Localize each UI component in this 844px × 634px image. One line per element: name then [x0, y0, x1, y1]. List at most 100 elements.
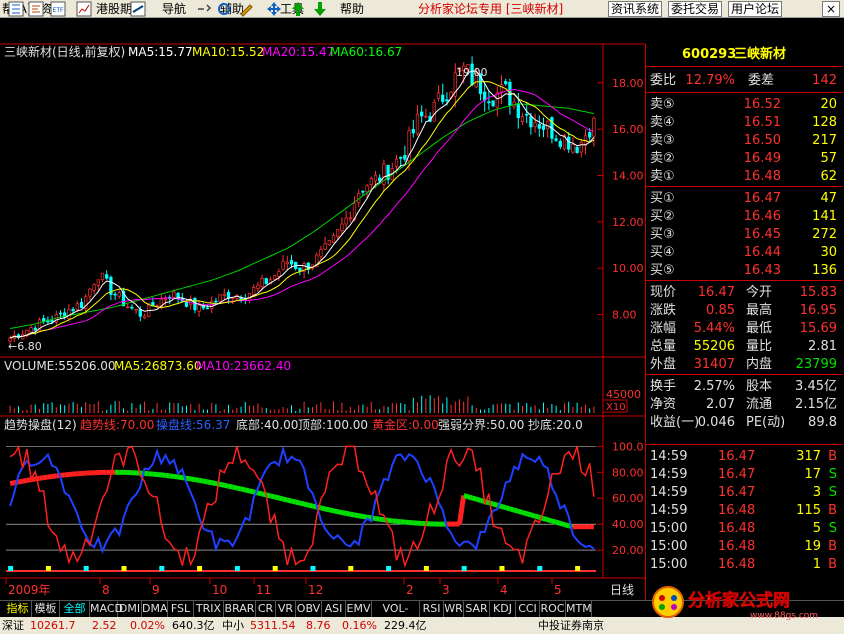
- candle-body: [172, 291, 176, 298]
- tab-模板[interactable]: 模板: [32, 601, 60, 617]
- indicator-bottom: 底部:40.00: [236, 417, 298, 432]
- candle-body: [592, 117, 596, 137]
- candle-body: [126, 306, 130, 309]
- candle-body: [100, 272, 105, 281]
- x-tick-label: 2009年: [8, 583, 51, 597]
- indicator-bargain: 抄底:20.0: [528, 417, 583, 432]
- trade-button[interactable]: 委托交易: [668, 1, 723, 17]
- signal-marker: [159, 566, 165, 571]
- tab-vr[interactable]: VR: [276, 601, 296, 617]
- tab-全部[interactable]: 全部: [60, 601, 90, 617]
- buy-level-row: 买② 16.46 141: [650, 209, 837, 224]
- stock-header: 600293 三峡新材: [646, 46, 841, 66]
- tab-emv[interactable]: EMV: [346, 601, 372, 617]
- pen-icon[interactable]: [238, 1, 254, 17]
- tab-roc[interactable]: ROC: [540, 601, 566, 617]
- ma20-label: MA20:15.47: [262, 45, 334, 59]
- move-icon[interactable]: [266, 1, 282, 17]
- trend-band: [563, 522, 570, 529]
- x-tick-label: 9: [152, 583, 160, 597]
- candle-body: [88, 288, 92, 297]
- tab-dma[interactable]: DMA: [142, 601, 168, 617]
- tab-brar[interactable]: BRAR: [224, 601, 256, 617]
- settings-icon[interactable]: [28, 1, 44, 17]
- tick-row: 14:59 16.48 115 B: [650, 503, 837, 518]
- tab-cci[interactable]: CCI: [516, 601, 540, 617]
- close-icon[interactable]: ×: [822, 1, 840, 17]
- candle-body: [411, 129, 415, 134]
- tab-rsi[interactable]: RSI: [420, 601, 444, 617]
- tab-trix[interactable]: TRIX: [194, 601, 224, 617]
- tab-sar[interactable]: SAR: [464, 601, 490, 617]
- trend-band: [207, 479, 213, 486]
- candle-body: [579, 141, 583, 153]
- x-tick-label: 5: [554, 583, 562, 597]
- tab-kdj[interactable]: KDJ: [490, 601, 516, 617]
- candle-body: [445, 99, 449, 102]
- trend-band: [190, 476, 196, 483]
- signal-marker: [8, 566, 14, 571]
- tab-dmi[interactable]: DMI: [118, 601, 142, 617]
- etf-icon[interactable]: ETF: [50, 1, 66, 17]
- tab-指标[interactable]: 指标: [4, 601, 32, 617]
- kline-title: 三峡新材(日线,前复权): [4, 44, 125, 59]
- candle-body: [58, 312, 63, 315]
- volume-tick: 45000: [606, 388, 641, 401]
- refresh-icon[interactable]: [216, 1, 232, 17]
- candle-body: [361, 190, 365, 193]
- up-arrow-icon[interactable]: [290, 1, 306, 17]
- candle-body: [113, 293, 117, 296]
- tab-vol-tdx[interactable]: VOL-TDX: [372, 601, 420, 631]
- trend-band: [337, 509, 343, 515]
- tab-obv[interactable]: OBV: [296, 601, 322, 617]
- candle-body: [588, 132, 592, 138]
- candle-body: [394, 158, 399, 167]
- candle-body: [252, 287, 256, 296]
- trend-band: [526, 511, 532, 518]
- news-system-button[interactable]: 资讯系统: [608, 1, 663, 17]
- signal-marker: [348, 566, 354, 571]
- trend-band: [509, 506, 515, 513]
- candle-body: [193, 298, 197, 311]
- trend-band: [366, 514, 372, 521]
- stat-row: 净资 2.07 流通 2.15亿: [650, 397, 837, 412]
- x-tick-label: 12: [308, 583, 323, 597]
- ma5-label: MA5:15.77: [128, 45, 193, 59]
- candle-body: [163, 298, 168, 301]
- down-arrow-icon[interactable]: [312, 1, 328, 17]
- chart-area[interactable]: 三峡新材(日线,前复权) MA5:15.77 MA10:15.52 MA20:1…: [0, 18, 645, 600]
- trend-band: [551, 518, 557, 525]
- dragon-icon[interactable]: [130, 1, 146, 17]
- trend-band: [194, 477, 200, 483]
- candle-body: [298, 267, 302, 272]
- trend-band: [542, 516, 549, 523]
- forum-button[interactable]: 用户论坛: [728, 1, 783, 17]
- stat-row: 现价 16.47 今开 15.83: [650, 285, 837, 300]
- chart-icon[interactable]: [76, 1, 92, 17]
- tab-mtm[interactable]: MTM: [566, 601, 592, 617]
- volume-unit: X10: [606, 402, 626, 413]
- candle-body: [365, 185, 369, 193]
- drawing-icon[interactable]: [196, 1, 212, 17]
- menu-item-navigate[interactable]: 导航: [162, 0, 186, 18]
- menu-item-help[interactable]: 帮助: [340, 0, 364, 18]
- tab-macd[interactable]: MACD: [90, 601, 123, 617]
- tab-fsl[interactable]: FSL: [168, 601, 194, 617]
- tab-cr[interactable]: CR: [256, 601, 276, 617]
- candle-body: [424, 115, 428, 118]
- trend-band: [547, 517, 553, 524]
- candle-body: [214, 300, 218, 303]
- tab-wr[interactable]: WR: [444, 601, 464, 617]
- grid-icon[interactable]: [8, 1, 24, 17]
- candle-body: [491, 100, 495, 107]
- low-mark: ←6.80: [8, 340, 42, 353]
- broker-name: 中投证券南京: [538, 619, 604, 632]
- stat-row: 外盘 31407 内盘 23799: [650, 357, 837, 372]
- tab-asi[interactable]: ASI: [322, 601, 346, 617]
- trend-band: [354, 512, 360, 519]
- trend-band: [173, 473, 179, 480]
- quote-panel: 600293 三峡新材 委比 12.79% 委差 142 卖⑤ 16.52 20 卖④…: [645, 44, 844, 600]
- buy-level-row: 买④ 16.44 30: [650, 245, 837, 260]
- volume-ma10: MA10:23662.40: [196, 359, 291, 373]
- candle-body: [264, 278, 268, 285]
